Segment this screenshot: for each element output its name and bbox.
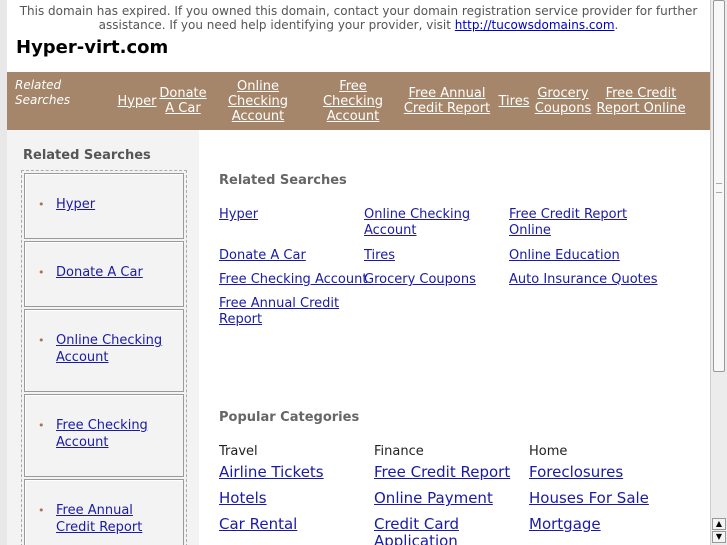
popular-link-foreclosures[interactable]: Foreclosures <box>529 464 623 481</box>
bullet-icon: • <box>38 198 45 211</box>
site-title: Hyper-virt.com <box>16 37 169 58</box>
notice-period: . <box>614 18 619 32</box>
notice-line-2-text: assistance. If you need help identifying… <box>98 18 455 32</box>
top-link-grocery-coupons[interactable]: Grocery Coupons <box>533 72 593 130</box>
popular-link-free-credit-report[interactable]: Free Credit Report <box>374 464 510 481</box>
scrollbar-thumb[interactable] <box>713 0 725 372</box>
related-link-hyper[interactable]: Hyper <box>219 207 359 223</box>
popular-link-hotels[interactable]: Hotels <box>219 490 267 507</box>
sidebar-item-label[interactable]: Free Annual Credit Report <box>56 502 174 536</box>
category-head-travel: Travel <box>219 444 258 459</box>
scroll-down-arrow-icon[interactable]: ▼ <box>712 531 726 543</box>
top-related-label: Related Searches <box>15 78 70 108</box>
top-related-label-line-1: Related <box>15 78 62 92</box>
grip-icon <box>716 183 722 193</box>
related-link-online-checking-account[interactable]: Online Checking Account <box>364 207 504 239</box>
page-content: This domain has expired. If you owned th… <box>7 0 710 545</box>
sidebar-item-hyper[interactable]: • Hyper <box>24 173 184 239</box>
related-link-free-annual-credit-report[interactable]: Free Annual Credit Report <box>219 296 349 328</box>
sidebar-item-online-checking-account[interactable]: • Online Checking Account <box>24 309 184 392</box>
sidebar-title: Related Searches <box>23 148 151 163</box>
bullet-icon: • <box>38 334 45 347</box>
related-link-donate-a-car[interactable]: Donate A Car <box>219 248 359 264</box>
main-content: Related Searches Hyper Online Checking A… <box>219 130 699 545</box>
bullet-icon: • <box>38 504 45 517</box>
top-link-tires[interactable]: Tires <box>496 72 532 130</box>
top-link-free-annual-credit-report[interactable]: Free Annual Credit Report <box>403 72 491 130</box>
popular-categories-title: Popular Categories <box>219 410 360 425</box>
popular-link-car-rental[interactable]: Car Rental <box>219 516 297 533</box>
related-link-auto-insurance-quotes[interactable]: Auto Insurance Quotes <box>509 272 679 288</box>
top-related-label-line-2: Searches <box>15 93 71 107</box>
bullet-icon: • <box>38 266 45 279</box>
related-link-grocery-coupons[interactable]: Grocery Coupons <box>364 272 504 288</box>
related-searches-title: Related Searches <box>219 173 347 188</box>
notice-line-1: This domain has expired. If you owned th… <box>19 4 698 18</box>
related-link-free-checking-account[interactable]: Free Checking Account <box>219 272 379 288</box>
bullet-icon: • <box>38 419 45 432</box>
related-link-tires[interactable]: Tires <box>364 248 504 264</box>
scroll-up-arrow-icon[interactable]: ▲ <box>712 518 726 530</box>
popular-link-online-payment[interactable]: Online Payment <box>374 490 493 507</box>
category-head-finance: Finance <box>374 444 424 459</box>
browser-viewport: This domain has expired. If you owned th… <box>0 0 710 545</box>
expired-notice: This domain has expired. If you owned th… <box>7 4 710 32</box>
related-link-online-education[interactable]: Online Education <box>509 248 669 264</box>
sidebar-item-label[interactable]: Hyper <box>56 196 174 213</box>
sidebar: Related Searches • Hyper • Donate A Car … <box>7 130 199 545</box>
related-link-free-credit-report-online[interactable]: Free Credit Report Online <box>509 207 649 239</box>
popular-link-houses-for-sale[interactable]: Houses For Sale <box>529 490 649 507</box>
top-link-free-checking-account[interactable]: Free Checking Account <box>317 72 389 130</box>
popular-link-credit-card-application[interactable]: Credit Card Application <box>374 516 494 545</box>
sidebar-item-label[interactable]: Online Checking Account <box>56 332 174 366</box>
sidebar-item-free-annual-credit-report[interactable]: • Free Annual Credit Report <box>24 479 184 545</box>
tucows-link[interactable]: http://tucowsdomains.com <box>455 18 615 32</box>
sidebar-item-label[interactable]: Free Checking Account <box>56 417 174 451</box>
sidebar-item-free-checking-account[interactable]: • Free Checking Account <box>24 394 184 477</box>
notice-line-2: assistance. If you need help identifying… <box>7 18 710 32</box>
top-related-bar: Related Searches Hyper Donate A Car Onli… <box>7 72 710 130</box>
top-link-free-credit-report-online[interactable]: Free Credit Report Online <box>596 72 686 130</box>
popular-link-mortgage[interactable]: Mortgage <box>529 516 601 533</box>
top-link-hyper[interactable]: Hyper <box>116 72 158 130</box>
sidebar-item-donate-a-car[interactable]: • Donate A Car <box>24 241 184 307</box>
vertical-scrollbar[interactable]: ▲ ▼ <box>710 0 727 545</box>
sidebar-item-label[interactable]: Donate A Car <box>56 264 174 281</box>
category-head-home: Home <box>529 444 568 459</box>
top-link-donate-a-car[interactable]: Donate A Car <box>159 72 207 130</box>
top-link-online-checking-account[interactable]: Online Checking Account <box>221 72 295 130</box>
popular-link-airline-tickets[interactable]: Airline Tickets <box>219 464 324 481</box>
sidebar-list: • Hyper • Donate A Car • Online Checking… <box>21 170 187 545</box>
